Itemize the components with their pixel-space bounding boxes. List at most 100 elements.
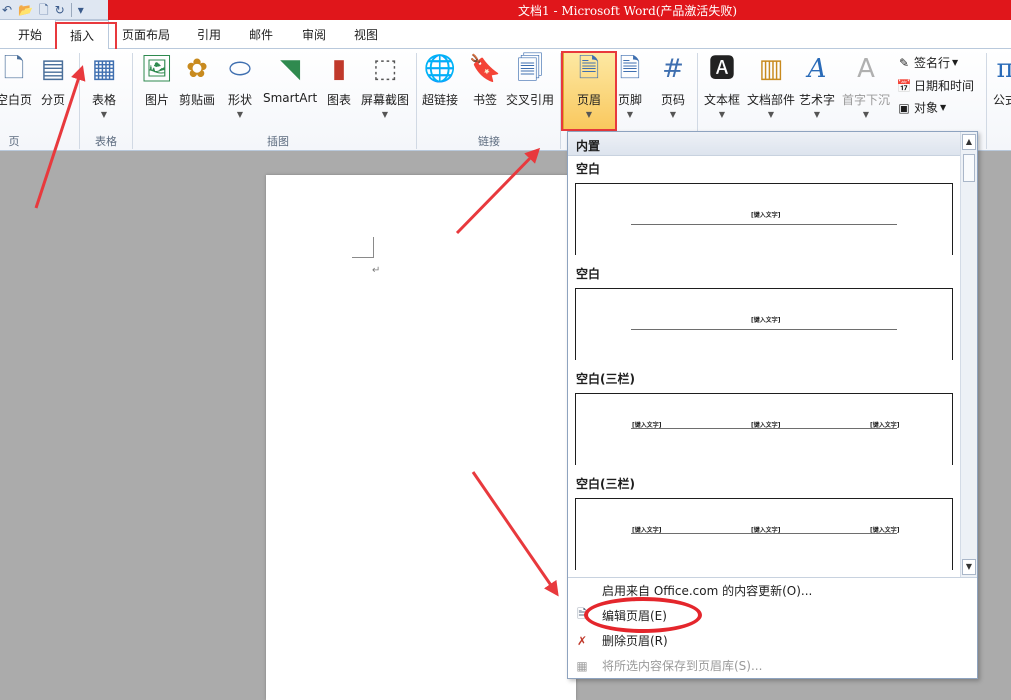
- header-rule: [631, 329, 897, 330]
- table-dropdown-arrow: ▼: [100, 110, 108, 119]
- tab-references[interactable]: 引用: [197, 26, 221, 43]
- page-number-button[interactable]: # 页码 ▼: [658, 53, 688, 119]
- bookmark-icon: 🔖: [468, 54, 502, 84]
- wordart-icon: A: [807, 54, 827, 84]
- header-gallery-dropdown: 内置 空白 [键入文字] 空白 [键入文字] 空白(三栏) [键入文字] [键入…: [567, 131, 978, 679]
- group-label-tables: 表格: [95, 135, 117, 148]
- group-separator: [416, 53, 417, 149]
- tab-home[interactable]: 开始: [18, 26, 42, 43]
- page-break-icon: ▤: [40, 54, 66, 84]
- hyperlink-icon: 🌐: [423, 54, 457, 84]
- qat-separator: [70, 2, 72, 17]
- gallery-scrollbar[interactable]: ▲ ▼: [960, 132, 977, 577]
- chart-button[interactable]: ▮ 图表: [324, 53, 354, 108]
- picture-button[interactable]: 🖼 图片: [140, 53, 174, 108]
- picture-icon: 🖼: [140, 54, 174, 84]
- drop-cap-button[interactable]: A 首字下沉 ▼: [842, 53, 890, 119]
- document-page[interactable]: ↵: [266, 175, 576, 700]
- remove-header-icon: ✗: [576, 633, 588, 648]
- header-gallery-item-blank-2[interactable]: [键入文字]: [575, 288, 953, 360]
- quick-parts-button[interactable]: ▥ 文档部件 ▼: [747, 53, 795, 119]
- clip-art-icon: ✿: [186, 54, 208, 84]
- equation-button[interactable]: π 公式: [990, 53, 1011, 108]
- footer-icon: 🗎: [619, 54, 641, 84]
- menu-item-office-updates[interactable]: 启用来自 Office.com 的内容更新(O)...: [568, 578, 977, 603]
- page-break-button[interactable]: ▤ 分页: [38, 53, 68, 108]
- hyperlink-button[interactable]: 🌐 超链接: [422, 53, 458, 108]
- header-gallery-item-three-column-1[interactable]: [键入文字] [键入文字] [键入文字]: [575, 393, 953, 465]
- group-label-illustrations: 插图: [267, 135, 289, 148]
- new-icon[interactable]: 🗋: [39, 2, 49, 18]
- cross-reference-icon: 🗐: [517, 54, 543, 84]
- undo-icon[interactable]: ↶: [2, 2, 12, 18]
- header-rule: [631, 224, 897, 225]
- tab-review[interactable]: 审阅: [302, 26, 326, 43]
- signature-line-icon: ✎: [898, 55, 910, 70]
- date-time-button[interactable]: 📅 日期和时间: [896, 77, 975, 94]
- header-gallery-item-blank-1[interactable]: [键入文字]: [575, 183, 953, 255]
- chart-icon: ▮: [331, 54, 347, 84]
- redo-icon[interactable]: ↻: [55, 2, 65, 18]
- blank-page-icon: 🗋: [3, 54, 25, 84]
- pi-icon: π: [996, 54, 1011, 84]
- footer-dropdown-arrow: ▼: [626, 110, 634, 119]
- tab-page-layout[interactable]: 页面布局: [122, 26, 170, 43]
- table-button[interactable]: ▦ 表格 ▼: [89, 53, 119, 119]
- scrollbar-thumb[interactable]: [963, 154, 975, 182]
- group-separator: [79, 53, 80, 149]
- screenshot-button[interactable]: ⬚ 屏幕截图 ▼: [361, 53, 409, 119]
- screenshot-dropdown-arrow: ▼: [381, 110, 389, 119]
- wordart-button[interactable]: A 艺术字 ▼: [799, 53, 835, 119]
- bookmark-button[interactable]: 🔖 书签: [468, 53, 502, 108]
- quick-parts-dropdown-arrow: ▼: [767, 110, 775, 119]
- tab-mailings[interactable]: 邮件: [249, 26, 273, 43]
- save-selection-icon: ▦: [576, 658, 588, 673]
- group-label-pages: 页: [8, 135, 20, 148]
- margin-corner-mark: [373, 237, 374, 258]
- menu-item-save-to-gallery: ▦ 将所选内容保存到页眉库(S)...: [568, 653, 977, 678]
- header-button[interactable]: 🗎 页眉 ▼: [574, 53, 604, 119]
- tab-insert[interactable]: 插入: [55, 20, 110, 50]
- page-number-icon: #: [662, 54, 684, 84]
- footer-button[interactable]: 🗎 页脚 ▼: [615, 53, 645, 119]
- header-dropdown-arrow: ▼: [585, 110, 593, 119]
- gallery-category-header: 内置: [568, 132, 960, 156]
- cross-reference-button[interactable]: 🗐 交叉引用: [506, 53, 554, 108]
- header-gallery-item-three-column-2[interactable]: [键入文字] [键入文字] [键入文字]: [575, 498, 953, 570]
- object-button[interactable]: ▣ 对象 ▼: [896, 99, 946, 116]
- scroll-down-icon[interactable]: ▼: [962, 559, 976, 575]
- header-icon: 🗎: [578, 54, 600, 84]
- scroll-up-icon[interactable]: ▲: [962, 134, 976, 150]
- gallery-item-title: 空白(三栏): [576, 372, 635, 386]
- ribbon-tab-row: 开始 插入 页面布局 引用 邮件 审阅 视图: [0, 20, 1011, 50]
- window-title: 文档1 - Microsoft Word(产品激活失败): [518, 4, 738, 18]
- title-bar: [0, 0, 1011, 20]
- table-icon: ▦: [91, 54, 117, 84]
- open-icon[interactable]: 📂: [18, 2, 33, 18]
- header-rule: [631, 428, 897, 429]
- menu-item-edit-header[interactable]: 🗎 编辑页眉(E): [568, 603, 977, 628]
- page-number-dropdown-arrow: ▼: [669, 110, 677, 119]
- shapes-dropdown-arrow: ▼: [236, 110, 244, 119]
- clip-art-button[interactable]: ✿ 剪贴画: [179, 53, 215, 108]
- tab-view[interactable]: 视图: [354, 26, 378, 43]
- group-label-links: 链接: [478, 135, 500, 148]
- blank-page-button[interactable]: 🗋 空白页: [0, 53, 32, 108]
- menu-item-remove-header[interactable]: ✗ 删除页眉(R): [568, 628, 977, 653]
- header-rule: [631, 533, 897, 534]
- text-box-icon: 🅰: [708, 54, 735, 84]
- signature-line-button[interactable]: ✎ 签名行 ▼: [896, 54, 958, 71]
- quick-parts-icon: ▥: [758, 54, 784, 84]
- shapes-button[interactable]: ⬭ 形状 ▼: [225, 53, 255, 119]
- customize-icon[interactable]: ▾: [78, 2, 84, 18]
- edit-header-icon: 🗎: [577, 607, 587, 621]
- paragraph-mark: ↵: [372, 265, 381, 276]
- wordart-dropdown-arrow: ▼: [813, 110, 821, 119]
- placeholder-text: [键入文字]: [751, 317, 781, 324]
- group-separator: [132, 53, 133, 149]
- quick-access-toolbar: ↶ 📂 🗋 ↻ ▾: [0, 0, 108, 20]
- smartart-button[interactable]: ◥ SmartArt: [263, 53, 317, 105]
- text-box-dropdown-arrow: ▼: [718, 110, 726, 119]
- shapes-icon: ⬭: [228, 54, 252, 84]
- text-box-button[interactable]: 🅰 文本框 ▼: [704, 53, 740, 119]
